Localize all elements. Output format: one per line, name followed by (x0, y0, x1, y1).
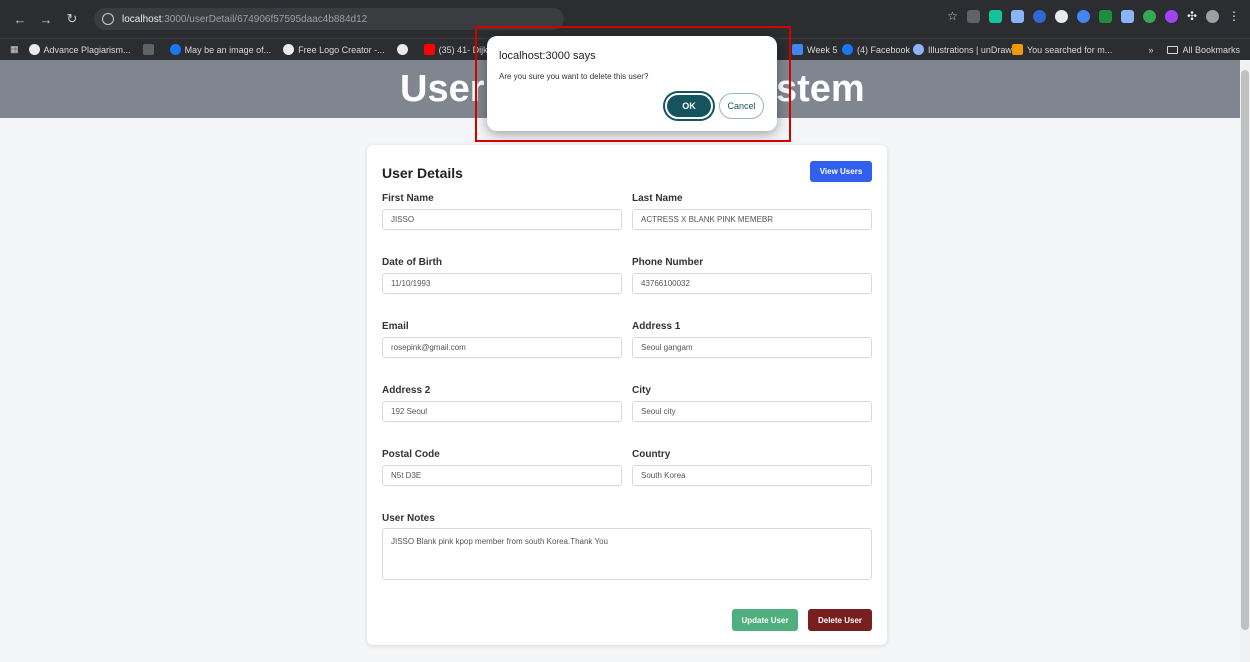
extension-icon[interactable] (1054, 9, 1068, 23)
bookmark-icon (1012, 44, 1023, 55)
bookmark-item[interactable] (142, 44, 158, 55)
city-input[interactable]: Seoul city (632, 401, 872, 422)
extension-icon[interactable] (1032, 9, 1046, 23)
apps-icon[interactable]: ▦ (10, 44, 19, 55)
bookmark-item[interactable]: You searched for m... (1012, 44, 1112, 55)
bookmark-item[interactable] (396, 44, 412, 55)
city-label: City (632, 385, 651, 396)
menu-dots-icon[interactable]: ⋮ (1228, 9, 1240, 23)
update-user-button[interactable]: Update User (732, 609, 798, 631)
extension-icon[interactable] (1142, 9, 1156, 23)
extension-icon[interactable] (1076, 9, 1090, 23)
extension-icon[interactable] (1010, 9, 1024, 23)
address1-input[interactable]: Seoul gangam (632, 337, 872, 358)
scrollbar-thumb[interactable] (1241, 70, 1249, 630)
bookmark-item[interactable]: May be an image of... (169, 44, 271, 55)
bookmark-icon (142, 44, 154, 55)
card-title: User Details (382, 165, 463, 181)
address2-label: Address 2 (382, 385, 431, 396)
email-label: Email (382, 321, 409, 332)
puzzle-icon[interactable]: ✣ (1187, 9, 1197, 23)
phone-label: Phone Number (632, 257, 704, 268)
extension-icon[interactable] (1164, 9, 1178, 23)
all-bookmarks-button[interactable]: All Bookmarks (1167, 45, 1240, 55)
bookmarks-overflow-button[interactable]: » (1148, 45, 1153, 55)
country-label: Country (632, 449, 671, 460)
view-users-button[interactable]: View Users (810, 161, 872, 182)
globe-icon (396, 44, 408, 55)
address2-input[interactable]: 192 Seoul (382, 401, 622, 422)
first-name-label: First Name (382, 193, 434, 204)
globe-icon (283, 44, 295, 55)
phone-input[interactable]: 43766100032 (632, 273, 872, 294)
address1-label: Address 1 (632, 321, 681, 332)
profile-avatar[interactable] (1206, 9, 1219, 23)
facebook-icon (169, 44, 181, 55)
extensions-bar: ☆ ✣ ⋮ (947, 9, 1240, 23)
extension-icon[interactable] (966, 9, 980, 23)
bookmark-item[interactable]: (4) Facebook (842, 44, 910, 55)
youtube-icon (423, 44, 435, 55)
user-notes-textarea[interactable]: JISSO Blank pink kpop member from south … (382, 528, 872, 580)
bookmark-star-icon[interactable]: ☆ (947, 9, 958, 23)
last-name-label: Last Name (632, 193, 683, 204)
bookmark-item[interactable]: Advance Plagiarism... (28, 44, 131, 55)
dob-input[interactable]: 11/10/1993 (382, 273, 622, 294)
undraw-icon (913, 44, 924, 55)
globe-icon (28, 44, 40, 55)
back-icon[interactable]: ← (10, 9, 30, 29)
email-input[interactable]: rosepink@gmail.com (382, 337, 622, 358)
last-name-input[interactable]: ACTRESS X BLANK PINK MEMEBR (632, 209, 872, 230)
extension-icon[interactable] (1098, 9, 1112, 23)
grammarly-icon[interactable] (988, 9, 1002, 23)
delete-user-button[interactable]: Delete User (808, 609, 872, 631)
calendar-icon (792, 44, 803, 55)
forward-icon[interactable]: → (36, 9, 56, 29)
postal-code-label: Postal Code (382, 449, 440, 460)
url-text: localhost:3000/userDetail/674906f57595da… (122, 13, 368, 25)
facebook-icon (842, 44, 853, 55)
user-notes-label: User Notes (382, 513, 435, 524)
country-input[interactable]: South Korea (632, 465, 872, 486)
highlight-annotation-box (475, 26, 791, 142)
bookmark-item[interactable]: Free Logo Creator -... (283, 44, 385, 55)
first-name-input[interactable]: JISSO (382, 209, 622, 230)
folder-icon (1167, 46, 1179, 54)
user-details-card: User Details View Users First Name JISSO… (367, 145, 887, 645)
reload-icon[interactable]: ↻ (62, 9, 82, 29)
postal-code-input[interactable]: N5t D3E (382, 465, 622, 486)
bookmark-item[interactable]: Illustrations | unDraw (913, 44, 1012, 55)
site-info-icon[interactable] (102, 13, 114, 25)
dob-label: Date of Birth (382, 257, 442, 268)
extension-icon[interactable] (1120, 9, 1134, 23)
bookmark-item[interactable]: Week 5 (792, 44, 837, 55)
